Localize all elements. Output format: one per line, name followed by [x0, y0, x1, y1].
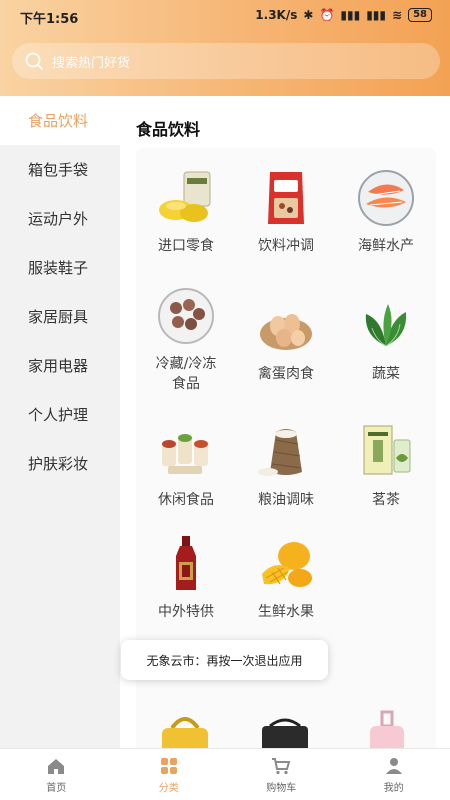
search-bar[interactable]: 搜索热门好货 [12, 43, 440, 79]
tab-cart[interactable]: 购物车 [225, 749, 338, 800]
battery-icon: 58 [408, 8, 432, 22]
signal-icon: ▮▮▮ [340, 8, 361, 22]
status-icons: 1.3K/s ✱ ⏰ ▮▮▮ ▮▮▮ ≋ 58 [255, 8, 432, 22]
category-grid-icon [160, 757, 177, 774]
shoulder-bag-icon [262, 718, 308, 748]
mango-icon [262, 542, 312, 587]
sidebar-item-food[interactable]: 食品饮料 [0, 96, 120, 145]
category-label: 饮料冲调 [258, 238, 314, 254]
sidebar-item-home[interactable]: 家居厨具 [0, 292, 120, 341]
category-label: 海鲜水产 [358, 238, 414, 254]
signal-icon-2: ▮▮▮ [366, 8, 387, 22]
category-label: 进口零食 [158, 238, 214, 254]
category-leisure-food[interactable]: 休闲食品 [136, 422, 236, 510]
alarm-icon: ⏰ [319, 8, 335, 22]
category-label: 蔬菜 [372, 366, 400, 382]
user-icon [385, 757, 402, 774]
rolls-icon [162, 434, 208, 474]
sidebar-item-clothing[interactable]: 服装鞋子 [0, 243, 120, 292]
category-beverages[interactable]: 饮料冲调 [236, 168, 336, 256]
network-speed: 1.3K/s [255, 8, 298, 22]
rice-sack-icon [258, 429, 302, 476]
liquor-icon [176, 536, 196, 590]
sidebar-item-sports[interactable]: 运动户外 [0, 194, 120, 243]
status-time: 下午1:56 [20, 12, 79, 27]
home-icon [48, 758, 65, 774]
suitcase-icon [370, 710, 404, 748]
category-label: 生鲜水果 [258, 604, 314, 620]
tab-home[interactable]: 首页 [0, 749, 113, 800]
tab-label: 购物车 [266, 782, 297, 794]
status-bar: 下午1:56 1.3K/s ✱ ⏰ ▮▮▮ ▮▮▮ ≋ 58 [0, 0, 450, 32]
handbag-icon [162, 717, 208, 748]
category-eggs-meat[interactable]: 禽蛋肉食 [236, 296, 336, 384]
cart-icon [272, 757, 291, 774]
category-label: 冷藏/冷冻食品 [155, 356, 217, 392]
category-imported-snacks[interactable]: 进口零食 [136, 168, 236, 256]
category-special-supply[interactable]: 中外特供 [136, 534, 236, 622]
tab-profile[interactable]: 我的 [338, 749, 450, 800]
category-frozen[interactable]: 冷藏/冷冻食品 [136, 286, 236, 394]
next-category-card [136, 696, 436, 748]
bluetooth-icon: ✱ [303, 8, 314, 22]
sidebar-item-appliances[interactable]: 家用电器 [0, 341, 120, 390]
category-label: 中外特供 [158, 604, 214, 620]
vegetable-icon [365, 304, 407, 347]
search-placeholder: 搜索热门好货 [52, 55, 131, 71]
tea-icon [363, 425, 411, 475]
category-label: 茗茶 [372, 492, 400, 508]
category-fresh-fruit[interactable]: 生鲜水果 [236, 534, 336, 622]
meatballs-icon [158, 288, 214, 344]
tab-label: 分类 [158, 782, 179, 794]
exit-toast: 无象云市：再按一次退出应用 [121, 640, 328, 680]
category-tea[interactable]: 茗茶 [336, 422, 436, 510]
cereal-bag-icon [268, 172, 304, 224]
snacks-icon [159, 171, 211, 222]
sidebar-item-bags[interactable]: 箱包手袋 [0, 145, 120, 194]
wifi-icon: ≋ [392, 8, 403, 22]
category-vegetables[interactable]: 蔬菜 [336, 296, 436, 384]
category-seafood[interactable]: 海鲜水产 [336, 168, 436, 256]
category-grain-oil[interactable]: 粮油调味 [236, 422, 336, 510]
category-label: 粮油调味 [258, 492, 314, 508]
tab-category[interactable]: 分类 [113, 749, 226, 800]
sidebar-item-cosmetics[interactable]: 护肤彩妆 [0, 439, 120, 488]
category-label: 禽蛋肉食 [258, 366, 314, 382]
tab-label: 我的 [383, 782, 404, 794]
header: 下午1:56 1.3K/s ✱ ⏰ ▮▮▮ ▮▮▮ ≋ 58 搜索热门好货 [0, 0, 450, 96]
seafood-icon [358, 170, 414, 226]
category-sidebar: 食品饮料 箱包手袋 运动户外 服装鞋子 家居厨具 家用电器 个人护理 护肤彩妆 [0, 96, 120, 748]
section-title: 食品饮料 [136, 120, 201, 139]
category-label: 休闲食品 [158, 492, 214, 508]
sidebar-item-personal-care[interactable]: 个人护理 [0, 390, 120, 439]
eggs-icon [260, 314, 312, 350]
search-icon [25, 52, 43, 70]
bottom-tab-bar: 首页 分类 购物车 我的 [0, 748, 450, 800]
tab-label: 首页 [46, 782, 67, 794]
